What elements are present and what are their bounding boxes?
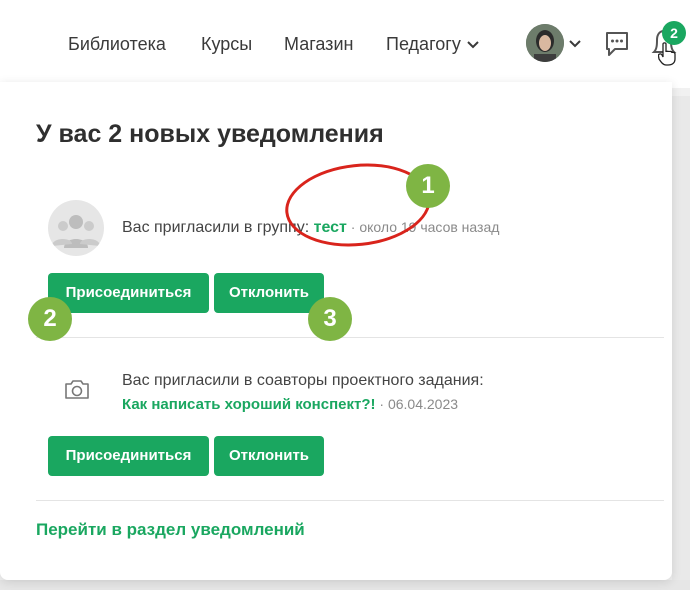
nav-link-library[interactable]: Библиотека xyxy=(68,34,166,55)
annotation-marker-3: 3 xyxy=(308,297,352,341)
group-avatar-icon xyxy=(48,200,104,256)
notification-2-task-link[interactable]: Как написать хороший конспект?! xyxy=(122,396,376,413)
chevron-down-icon xyxy=(467,41,479,49)
nav-dropdown-teacher[interactable]: Педагогу xyxy=(386,34,479,55)
user-avatar[interactable] xyxy=(526,24,564,62)
notification-2-join-button[interactable]: Присоединиться xyxy=(48,436,209,476)
notification-count-badge: 2 xyxy=(662,21,686,45)
notification-divider xyxy=(36,337,664,338)
notification-1-message: Вас пригласили в группу: xyxy=(122,219,314,236)
annotation-marker-1: 1 xyxy=(406,164,450,208)
hand-cursor-icon xyxy=(658,42,676,66)
nav-link-shop[interactable]: Магазин xyxy=(284,34,353,55)
notification-2-decline-button[interactable]: Отклонить xyxy=(214,436,324,476)
annotation-marker-2: 2 xyxy=(28,297,72,341)
top-navigation-bar: Библиотека Курсы Магазин Педагогу 2 xyxy=(0,0,690,88)
notification-2-details: Как написать хороший конспект?! · 06.04.… xyxy=(122,396,458,414)
user-photo-icon xyxy=(526,24,564,62)
notification-1-decline-button[interactable]: Отклонить xyxy=(214,273,324,313)
notification-1-join-button[interactable]: Присоединиться xyxy=(48,273,209,313)
footer-divider xyxy=(36,500,664,501)
all-notifications-link[interactable]: Перейти в раздел уведомлений xyxy=(36,520,305,540)
background-page-edge xyxy=(672,96,690,590)
background-page-bottom xyxy=(0,580,690,590)
avatar-chevron-down-icon[interactable] xyxy=(569,40,581,48)
camera-icon xyxy=(65,380,89,399)
nav-link-courses[interactable]: Курсы xyxy=(201,34,252,55)
notification-2-date: · 06.04.2023 xyxy=(375,396,459,412)
nav-dropdown-teacher-label: Педагогу xyxy=(386,34,461,54)
chat-icon[interactable] xyxy=(604,30,630,58)
notification-2-message: Вас пригласили в соавторы проектного зад… xyxy=(122,372,484,389)
panel-title: У вас 2 новых уведомления xyxy=(36,120,384,148)
